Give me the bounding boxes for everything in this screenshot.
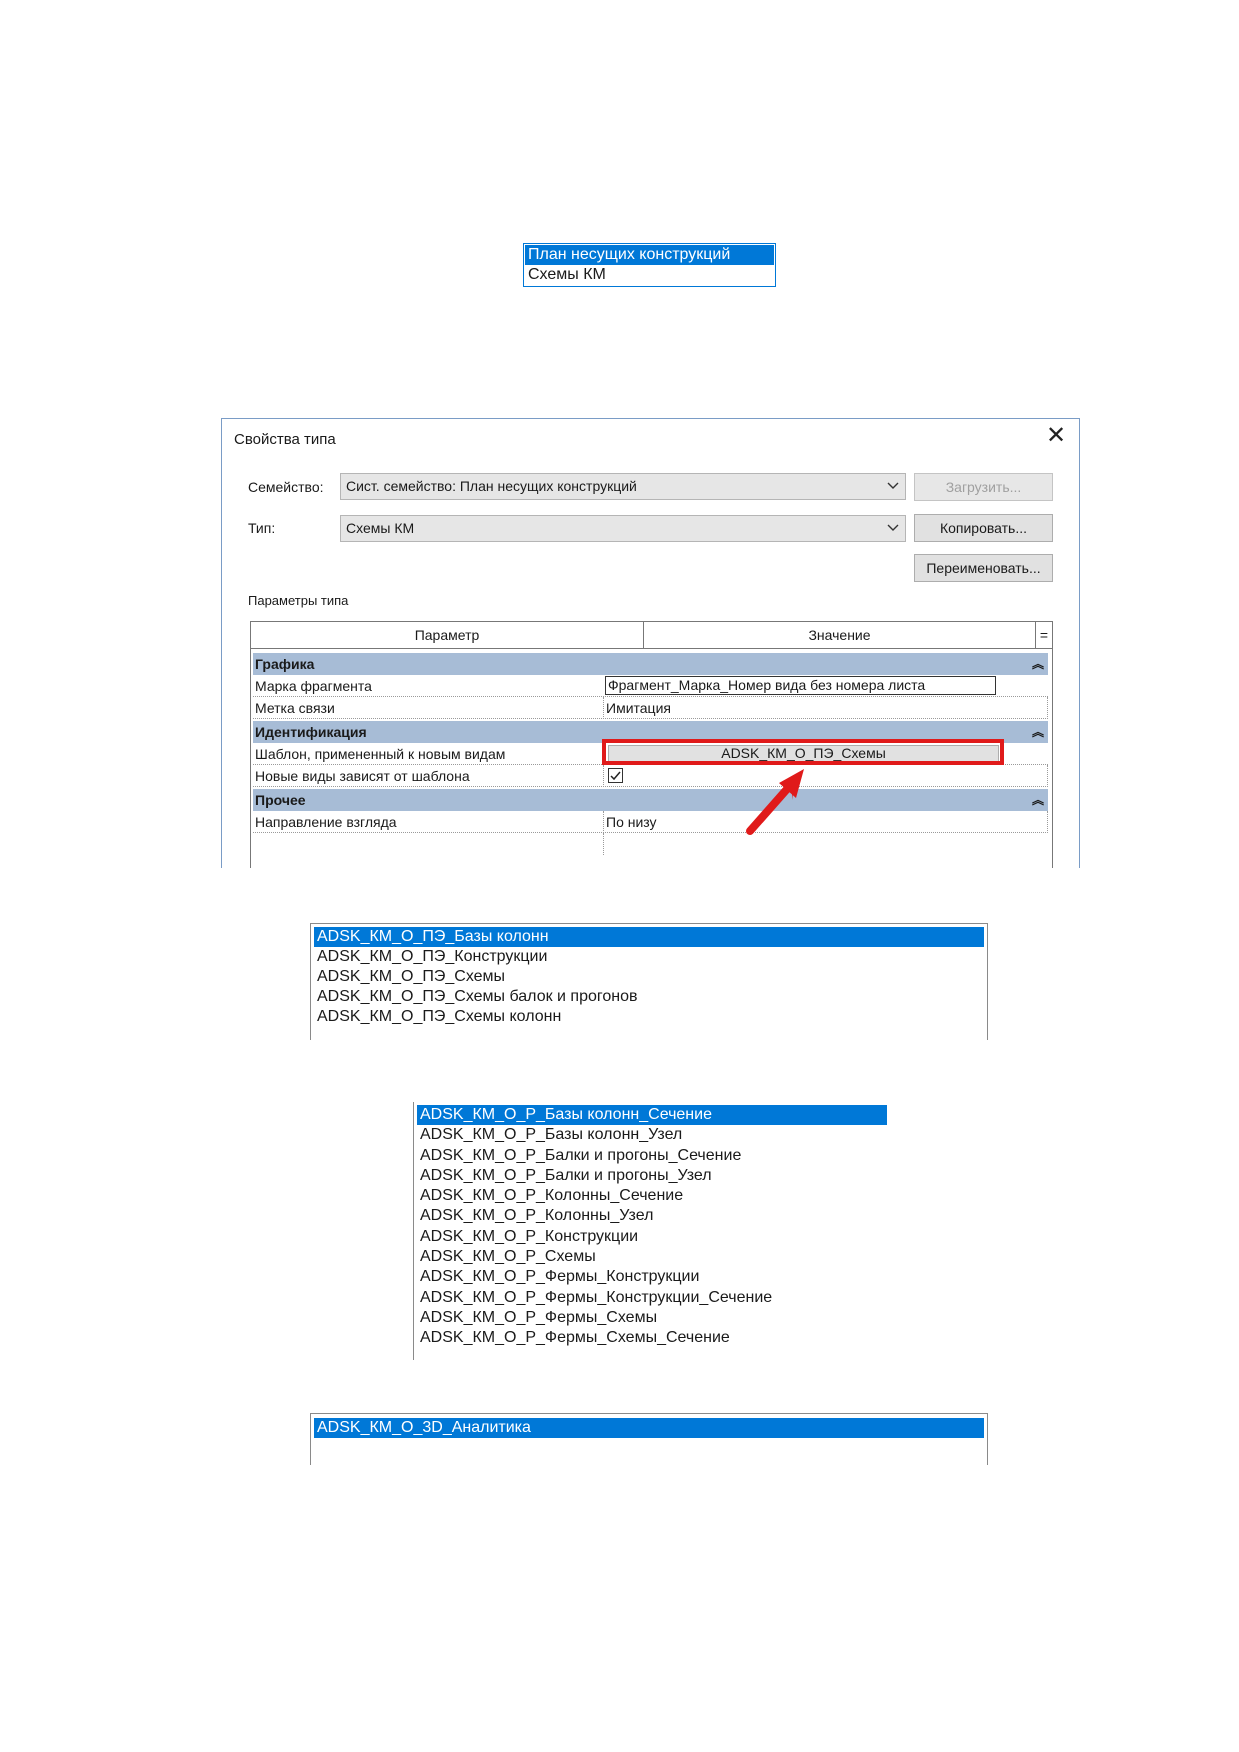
list-item[interactable]: ADSK_КМ_О_Р_Фермы_Конструкции [417, 1267, 889, 1287]
red-arrow-icon [746, 769, 804, 835]
list-item[interactable]: ADSK_КМ_О_Р_Базы колонн_Узел [417, 1125, 889, 1145]
list-item[interactable]: ADSK_КМ_О_ПЭ_Конструкции [314, 947, 984, 967]
list-item[interactable]: ADSK_КМ_О_Р_Балки и прогоны_Узел [417, 1166, 889, 1186]
list-item[interactable]: ADSK_КМ_О_Р_Фермы_Конструкции_Сечение [417, 1288, 889, 1308]
list-item[interactable]: ADSK_КМ_О_Р_Колонны_Сечение [417, 1186, 889, 1206]
list-item[interactable]: ADSK_КМ_О_Р_Балки и прогоны_Сечение [417, 1146, 889, 1166]
list-item[interactable]: ADSK_КМ_О_Р_Схемы [417, 1247, 889, 1267]
list-item[interactable]: ADSK_КМ_О_Р_Конструкции [417, 1227, 889, 1247]
list-item[interactable]: ADSK_КМ_О_Р_Базы колонн_Сечение [417, 1105, 887, 1126]
view-type-listbox[interactable]: План несущих конструкций Схемы КМ [523, 243, 776, 287]
list-item[interactable]: ADSK_КМ_О_ПЭ_Схемы колонн [314, 1007, 984, 1027]
list-item[interactable]: ADSK_КМ_О_Р_Фермы_Схемы_Сечение [417, 1328, 889, 1348]
type-properties-dialog: Свойства типа ✕ Семейство: Сист. семейст… [221, 418, 1080, 868]
templates-pe-listbox[interactable]: ADSK_КМ_О_ПЭ_Базы колонн ADSK_КМ_О_ПЭ_Ко… [310, 923, 988, 1040]
list-item[interactable]: ADSK_КМ_О_Р_Фермы_Схемы [417, 1308, 889, 1328]
list-item[interactable]: ADSK_КМ_О_ПЭ_Схемы балок и прогонов [314, 987, 984, 1007]
list-item[interactable]: Схемы КМ [525, 265, 774, 285]
list-item[interactable]: План несущих конструкций [525, 245, 774, 265]
templates-3d-listbox[interactable]: ADSK_КМ_О_3D_Аналитика [310, 1413, 988, 1465]
list-item[interactable]: ADSK_КМ_О_ПЭ_Базы колонн [314, 927, 984, 947]
list-item[interactable]: ADSK_КМ_О_ПЭ_Схемы [314, 967, 984, 987]
list-item[interactable]: ADSK_КМ_О_Р_Колонны_Узел [417, 1206, 889, 1226]
templates-r-listbox[interactable]: ADSK_КМ_О_Р_Базы колонн_Сечение ADSK_КМ_… [413, 1102, 889, 1360]
list-item[interactable]: ADSK_КМ_О_3D_Аналитика [314, 1418, 984, 1438]
